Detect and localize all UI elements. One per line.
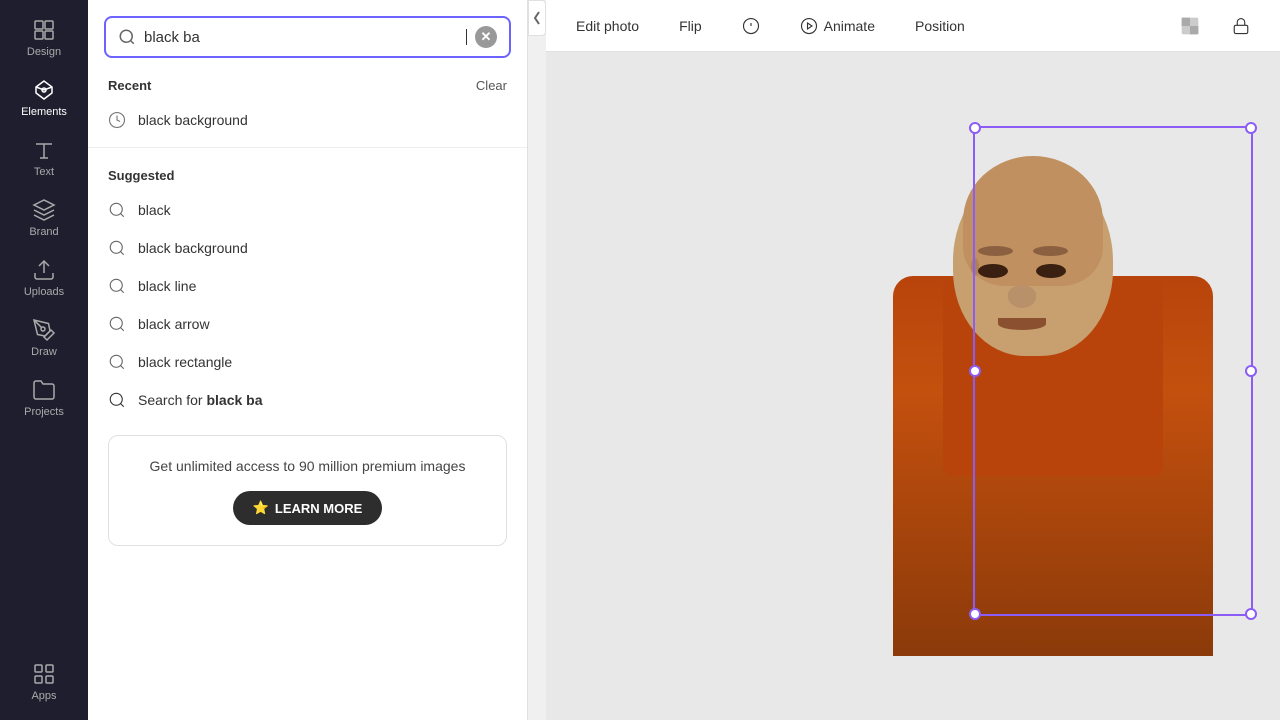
search-suggestion-icon-2	[108, 277, 126, 295]
flip-label: Flip	[679, 18, 702, 34]
suggested-section-header: Suggested	[88, 156, 527, 191]
info-icon	[742, 17, 760, 35]
sidebar-label-elements: Elements	[21, 106, 67, 118]
canvas-area	[546, 52, 1280, 720]
transparency-icon	[1180, 16, 1200, 36]
recent-item-black-background[interactable]: black background	[88, 101, 527, 139]
handle-top-right[interactable]	[1245, 122, 1257, 134]
suggested-label: Suggested	[108, 168, 174, 183]
sidebar-item-uploads[interactable]: Uploads	[0, 248, 88, 308]
toolbar-edit-photo[interactable]: Edit photo	[566, 12, 649, 40]
uploads-icon	[32, 258, 56, 282]
suggested-item-label-4: black rectangle	[138, 354, 232, 370]
main-area: Edit photo Flip Animate Position	[546, 0, 1280, 720]
suggested-item-black-rectangle[interactable]: black rectangle	[88, 343, 527, 381]
sidebar-item-apps[interactable]: Apps	[0, 652, 88, 712]
design-icon	[32, 18, 56, 42]
mouth	[998, 318, 1046, 330]
search-clear-button[interactable]: ✕	[475, 26, 497, 48]
sidebar-label-draw: Draw	[31, 346, 57, 358]
search-suggestion-icon-1	[108, 239, 126, 257]
lock-icon	[1232, 16, 1250, 36]
search-suggestion-icon	[108, 201, 126, 219]
recent-section-header: Recent Clear	[88, 66, 527, 101]
suggested-item-label-1: black background	[138, 240, 248, 256]
suggested-item-black-arrow[interactable]: black arrow	[88, 305, 527, 343]
right-eye	[1036, 264, 1066, 278]
text-cursor	[466, 29, 467, 45]
sidebar-label-text: Text	[34, 166, 54, 178]
toolbar-lock[interactable]	[1222, 10, 1260, 42]
search-for-prefix: Search for	[138, 392, 206, 408]
toolbar-transparency[interactable]	[1170, 10, 1210, 42]
top-toolbar: Edit photo Flip Animate Position	[546, 0, 1280, 52]
learn-more-label: LEARN MORE	[275, 501, 362, 516]
draw-icon	[32, 318, 56, 342]
sidebar-label-uploads: Uploads	[24, 286, 64, 298]
sidebar-item-draw[interactable]: Draw	[0, 308, 88, 368]
suggested-item-black-background[interactable]: black background	[88, 229, 527, 267]
suggested-item-black[interactable]: black	[88, 191, 527, 229]
search-input[interactable]	[144, 29, 457, 46]
recent-item-label: black background	[138, 112, 248, 128]
search-for-icon	[108, 391, 126, 409]
search-icon	[118, 28, 136, 46]
animate-label: Animate	[824, 18, 875, 34]
apps-icon	[32, 662, 56, 686]
suggested-item-label-3: black arrow	[138, 316, 210, 332]
toolbar-flip[interactable]: Flip	[669, 12, 712, 40]
elements-icon	[32, 78, 56, 102]
brand-icon	[32, 198, 56, 222]
promo-text: Get unlimited access to 90 million premi…	[129, 456, 486, 477]
sidebar: Design Elements Text Brand Uploads	[0, 0, 88, 720]
sidebar-label-apps: Apps	[31, 690, 56, 702]
sidebar-item-text[interactable]: Text	[0, 128, 88, 188]
sidebar-item-brand[interactable]: Brand	[0, 188, 88, 248]
animate-icon	[800, 17, 818, 35]
text-icon	[32, 138, 56, 162]
learn-more-button[interactable]: ⭐ LEARN MORE	[233, 491, 383, 525]
promo-section: Get unlimited access to 90 million premi…	[108, 435, 507, 546]
search-box: ✕	[104, 16, 511, 58]
sidebar-item-elements[interactable]: Elements	[0, 68, 88, 128]
toolbar-position[interactable]: Position	[905, 12, 975, 40]
handle-bot-right[interactable]	[1245, 608, 1257, 620]
search-for-text: Search for black ba	[138, 392, 263, 408]
panel-collapse-handle[interactable]	[528, 0, 546, 36]
suggested-item-label-2: black line	[138, 278, 196, 294]
sidebar-label-projects: Projects	[24, 406, 64, 418]
left-eyebrow	[978, 246, 1013, 256]
nose	[1008, 286, 1036, 308]
right-eyebrow	[1033, 246, 1068, 256]
edit-photo-label: Edit photo	[576, 18, 639, 34]
toolbar-animate[interactable]: Animate	[790, 11, 885, 41]
sidebar-label-design: Design	[27, 46, 61, 58]
left-eye	[978, 264, 1008, 278]
sidebar-item-design[interactable]: Design	[0, 8, 88, 68]
recent-label: Recent	[108, 78, 151, 93]
toolbar-info[interactable]	[732, 11, 770, 41]
learn-more-icon: ⭐	[253, 500, 269, 516]
search-suggestion-icon-3	[108, 315, 126, 333]
sidebar-item-projects[interactable]: Projects	[0, 368, 88, 428]
handle-top-left[interactable]	[969, 122, 981, 134]
clear-button[interactable]: Clear	[476, 78, 507, 93]
wrinkle-left	[971, 258, 979, 276]
suggested-item-black-line[interactable]: black line	[88, 267, 527, 305]
position-label: Position	[915, 18, 965, 34]
chevron-left-icon	[532, 10, 542, 26]
divider	[88, 147, 527, 148]
sidebar-label-brand: Brand	[29, 226, 58, 238]
search-panel: ✕ Recent Clear black background Suggeste…	[88, 0, 528, 720]
search-for-query: black ba	[206, 392, 262, 408]
monk-image	[893, 156, 1213, 656]
search-suggestion-icon-4	[108, 353, 126, 371]
clock-icon	[108, 111, 126, 129]
canvas-content	[613, 96, 1213, 676]
handle-mid-right[interactable]	[1245, 365, 1257, 377]
suggested-item-label-0: black	[138, 202, 171, 218]
search-for-item[interactable]: Search for black ba	[88, 381, 527, 419]
projects-icon	[32, 378, 56, 402]
